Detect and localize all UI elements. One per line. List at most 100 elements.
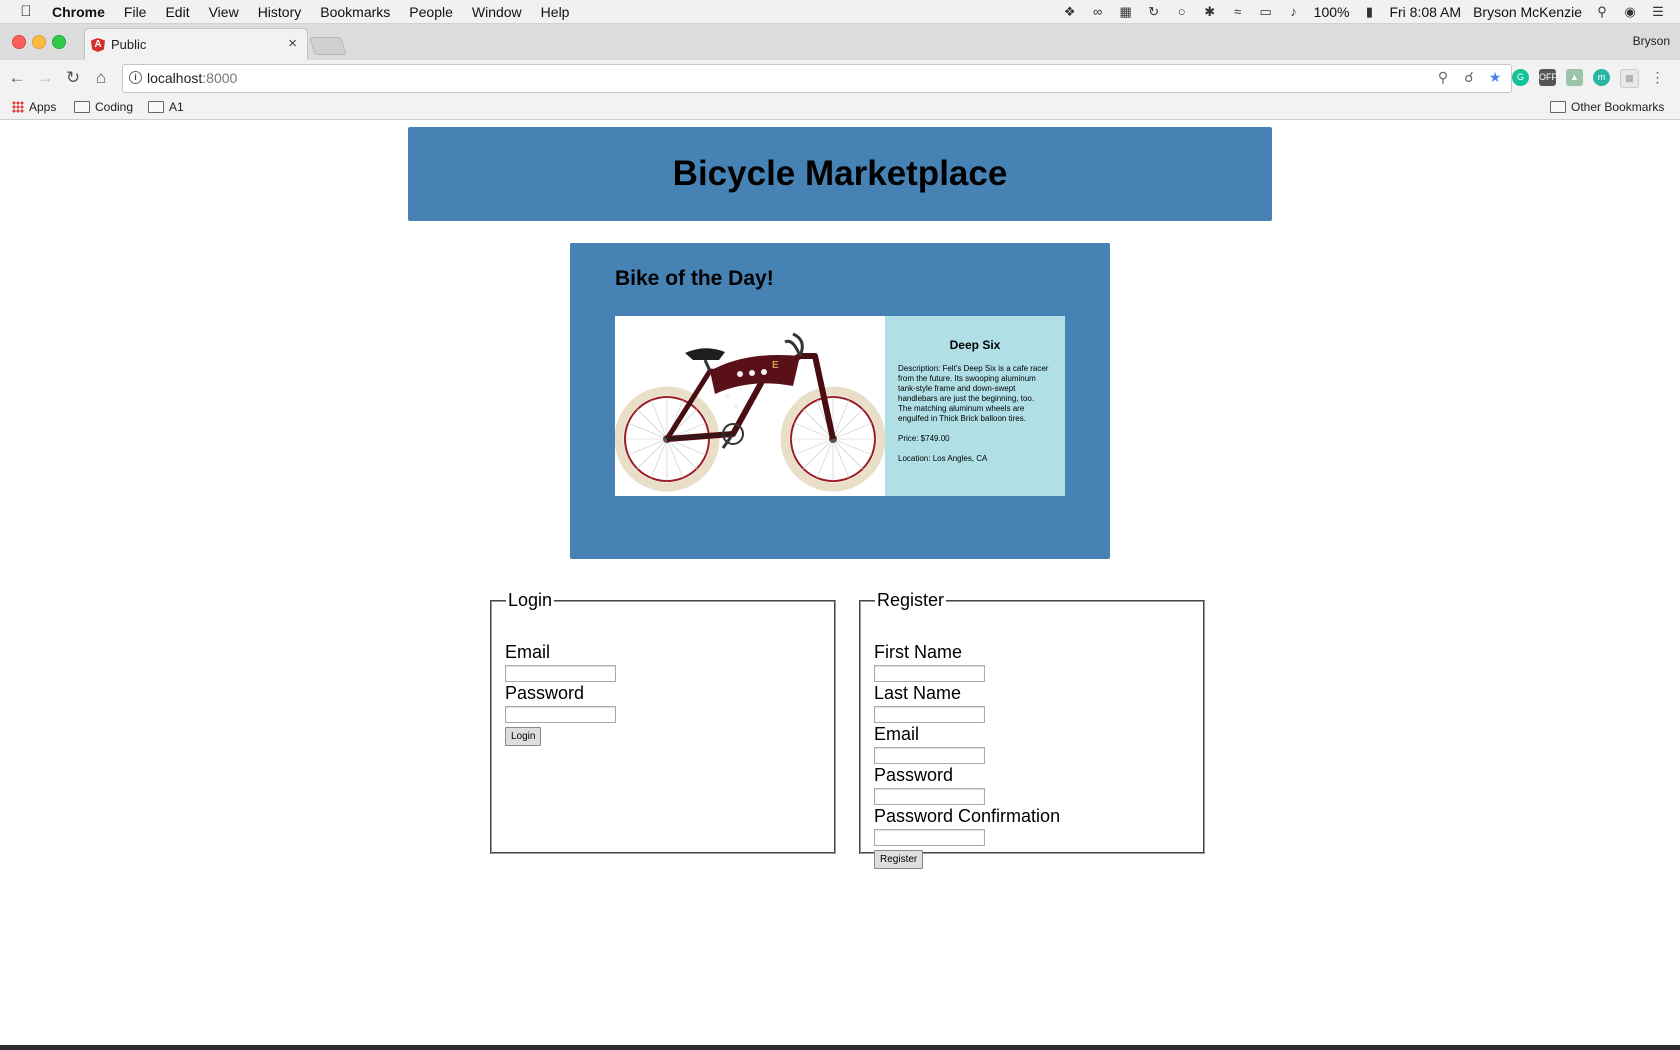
menu-bookmarks[interactable]: Bookmarks (320, 4, 390, 20)
menu-window[interactable]: Window (472, 4, 522, 20)
login-legend: Login (508, 590, 553, 610)
app-window-icon[interactable]: ▦ (1118, 4, 1134, 19)
bike-name: Deep Six (949, 338, 1001, 352)
apple-icon[interactable]:  (0, 3, 52, 20)
first-name-input[interactable] (874, 665, 985, 682)
bike-of-the-day-panel: Bike of the Day! E Deep Six Description:… (570, 243, 1110, 559)
bookmarks-bar: Apps Coding A1 Other Bookmarks (0, 97, 1680, 120)
url-text[interactable]: localhost:8000 (147, 70, 237, 86)
bike-info-panel: Deep Six Description: Felt's Deep Six is… (885, 316, 1065, 496)
password-confirmation-label: Password Confirmation (874, 806, 1061, 826)
bike-card: E Deep Six Description: Felt's Deep Six … (614, 316, 1065, 496)
tab-close-icon[interactable]: × (288, 35, 297, 52)
address-bar[interactable]: i localhost:8000 ⚲ ☌ ★ (122, 64, 1512, 93)
infinity-icon[interactable]: ∞ (1090, 4, 1106, 19)
bike-location: Location: Los Angles, CA (898, 454, 988, 463)
password-confirmation-input[interactable] (874, 829, 985, 846)
login-password-label: Password (505, 683, 585, 703)
minimize-window-button[interactable] (32, 35, 46, 49)
off-extension-icon[interactable]: OFF (1539, 69, 1557, 86)
page-title: Bicycle Marketplace (672, 154, 1008, 193)
bike-price: Price: $749.00 (898, 434, 950, 443)
bookmark-other[interactable]: Other Bookmarks (1550, 100, 1664, 114)
featured-heading: Bike of the Day! (615, 267, 774, 290)
zoom-window-button[interactable] (52, 35, 66, 49)
reload-icon[interactable]: ↻ (62, 67, 84, 89)
bike-description: Description: Felt's Deep Six is a cafe r… (898, 364, 1049, 423)
time-machine-icon[interactable]: ↻ (1146, 4, 1162, 19)
zoom-icon[interactable]: ☌ (1461, 69, 1477, 86)
register-legend: Register (877, 590, 945, 610)
siri-icon[interactable]: ◉ (1622, 4, 1638, 19)
url-host: localhost (147, 70, 203, 86)
bookmark-star-icon[interactable]: ★ (1487, 69, 1503, 86)
login-form: Login Email Password Login (490, 590, 836, 854)
m-extension-icon[interactable]: m (1593, 69, 1610, 86)
bicycle-illustration: E (614, 332, 886, 492)
apps-grid-icon (12, 101, 24, 113)
last-name-label: Last Name (874, 683, 962, 703)
login-email-input[interactable] (505, 665, 616, 682)
menu-help[interactable]: Help (541, 4, 570, 20)
bike-image: E (614, 316, 886, 496)
new-tab-button[interactable] (309, 37, 347, 55)
key-icon[interactable]: ⚲ (1435, 69, 1451, 86)
last-name-input[interactable] (874, 706, 985, 723)
bookmark-apps[interactable]: Apps (12, 100, 56, 114)
chat-icon[interactable]: ○ (1174, 4, 1190, 19)
grammarly-extension-icon[interactable]: G (1512, 69, 1529, 86)
chrome-menu-icon[interactable]: ⋮ (1649, 69, 1666, 86)
register-form: Register First Name Last Name Email Pass… (859, 590, 1205, 869)
bookmark-label: Coding (95, 100, 134, 114)
folder-icon (1550, 101, 1566, 113)
drive-extension-icon[interactable]: ▲ (1566, 69, 1583, 86)
menu-people[interactable]: People (409, 4, 453, 20)
spotlight-search-icon[interactable]: ⚲ (1594, 4, 1610, 19)
extension-icon[interactable]: ▦ (1620, 69, 1639, 88)
bookmark-label: Apps (29, 100, 57, 114)
register-button[interactable]: Register (874, 850, 924, 869)
notification-center-icon[interactable]: ☰ (1650, 4, 1666, 19)
menubar-user[interactable]: Bryson McKenzie (1473, 4, 1582, 20)
battery-percent: 100% (1313, 3, 1350, 20)
folder-icon (148, 101, 164, 113)
back-arrow-icon[interactable]: ← (6, 67, 28, 89)
register-email-label: Email (874, 724, 920, 744)
menu-file[interactable]: File (124, 4, 147, 20)
browser-toolbar: ← → ↻ ⌂ i localhost:8000 ⚲ ☌ ★ G OFF ▲ m… (0, 60, 1680, 97)
browser-tab-public[interactable]: A Public × (84, 28, 308, 61)
menu-history[interactable]: History (258, 4, 302, 20)
menu-view[interactable]: View (209, 4, 239, 20)
home-icon[interactable]: ⌂ (90, 67, 112, 89)
bluetooth-icon[interactable]: ✱ (1202, 4, 1218, 19)
bookmark-coding[interactable]: Coding (74, 100, 133, 114)
svg-text:E: E (772, 360, 779, 371)
menu-edit[interactable]: Edit (165, 4, 189, 20)
tab-strip: A Public × Bryson (0, 24, 1680, 61)
first-name-label: First Name (874, 642, 963, 662)
login-password-input[interactable] (505, 706, 616, 723)
register-password-input[interactable] (874, 788, 985, 805)
forward-arrow-icon[interactable]: → (34, 67, 56, 89)
volume-icon[interactable]: ♪ (1286, 4, 1302, 19)
profile-button[interactable]: Bryson (1633, 34, 1670, 48)
mac-menubar:  Chrome File Edit View History Bookmark… (0, 0, 1680, 24)
site-info-icon[interactable]: i (129, 71, 142, 84)
wifi-icon[interactable]: ≈ (1230, 4, 1246, 19)
bookmark-a1[interactable]: A1 (148, 100, 184, 114)
register-password-label: Password (874, 765, 954, 785)
dropbox-icon[interactable]: ❖ (1062, 4, 1078, 19)
airplay-icon[interactable]: ▭ (1258, 4, 1274, 19)
close-window-button[interactable] (12, 35, 26, 49)
menubar-clock[interactable]: Fri 8:08 AM (1389, 4, 1461, 20)
register-email-input[interactable] (874, 747, 985, 764)
folder-icon (74, 101, 90, 113)
page-content: Bicycle Marketplace Bike of the Day! E D… (0, 120, 1680, 1045)
login-button[interactable]: Login (505, 727, 542, 746)
battery-icon[interactable]: ▮ (1361, 4, 1377, 19)
login-email-label: Email (505, 642, 551, 662)
tab-title: Public (111, 37, 147, 52)
menu-app-name[interactable]: Chrome (52, 4, 105, 20)
bookmark-label: Other Bookmarks (1571, 100, 1665, 114)
site-header: Bicycle Marketplace (408, 127, 1272, 221)
